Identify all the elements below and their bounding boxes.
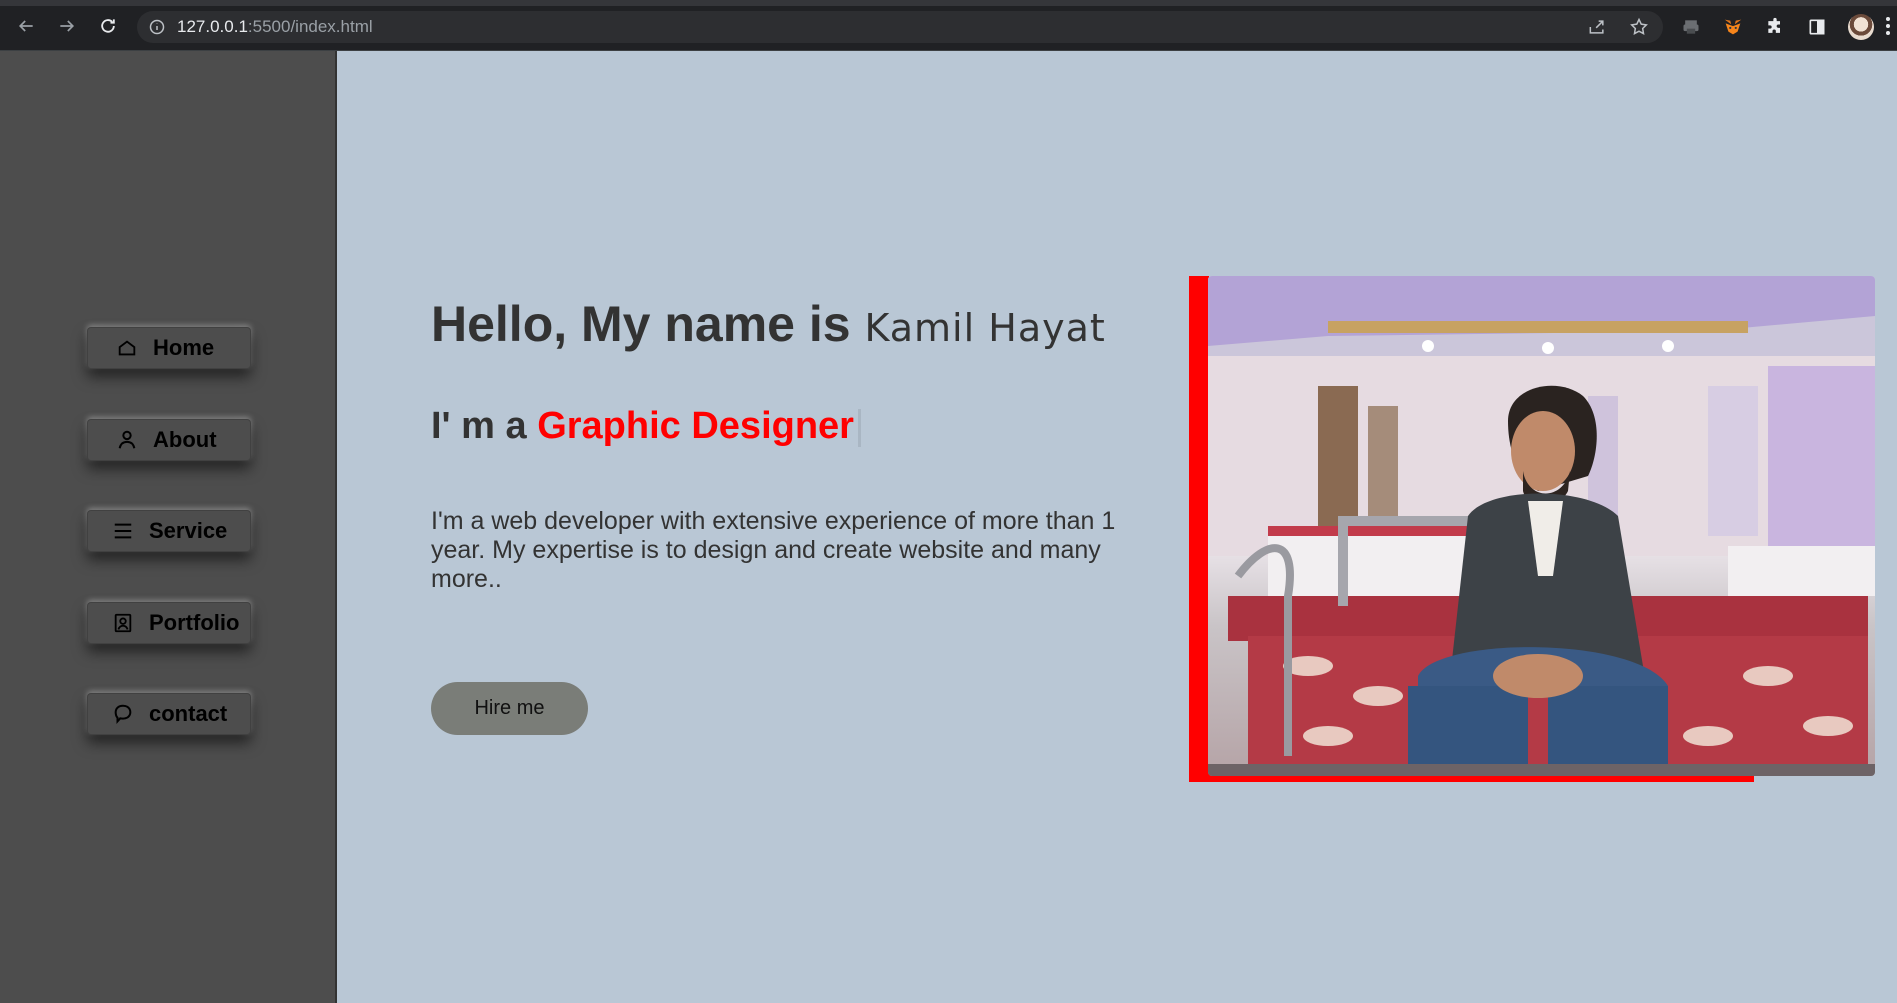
- sidebar-item-contact[interactable]: contact: [87, 693, 251, 735]
- hero-name: Kamil Hayat: [864, 306, 1106, 350]
- sidebar-item-portfolio[interactable]: Portfolio: [87, 602, 251, 644]
- sidebar-item-service[interactable]: Service: [87, 510, 251, 552]
- browser-toolbar: 127.0.0.1:5500/index.html: [0, 0, 1897, 51]
- hero-greeting: Hello, My name is Kamil Hayat: [431, 295, 1106, 353]
- profile-photo: [1208, 276, 1875, 776]
- hero-role: I' m a Graphic Designer: [431, 405, 861, 448]
- user-icon: [115, 428, 139, 452]
- site-info-icon[interactable]: [149, 19, 165, 35]
- sidebar-item-label: Home: [153, 335, 215, 360]
- role-highlight: Graphic Designer: [537, 405, 854, 447]
- profile-avatar[interactable]: [1848, 14, 1874, 40]
- sidebar-item-label: Service: [149, 518, 228, 543]
- photo-accent-border-left: [1189, 276, 1209, 782]
- list-icon: [111, 519, 135, 543]
- tab-strip: [0, 0, 1897, 6]
- side-panel-icon[interactable]: [1806, 16, 1828, 38]
- share-icon[interactable]: [1587, 17, 1607, 42]
- back-icon[interactable]: [14, 14, 38, 38]
- extensions-puzzle-icon[interactable]: [1764, 16, 1786, 38]
- role-prefix: I' m a: [431, 405, 527, 447]
- sidebar: Home About Service Portfolio contact: [0, 51, 337, 1003]
- extension-printer-icon[interactable]: [1680, 16, 1702, 38]
- greeting-prefix: Hello, My name is: [431, 296, 851, 352]
- main-content: Hello, My name is Kamil Hayat I' m a Gra…: [339, 51, 1897, 1003]
- forward-icon[interactable]: [55, 14, 79, 38]
- reload-icon[interactable]: [96, 14, 120, 38]
- metamask-fox-icon[interactable]: [1722, 16, 1744, 38]
- portrait-icon: [111, 611, 135, 635]
- bookmark-star-icon[interactable]: [1629, 17, 1649, 42]
- hire-me-button[interactable]: Hire me: [431, 682, 588, 735]
- sidebar-item-home[interactable]: Home: [87, 327, 251, 369]
- sidebar-item-about[interactable]: About: [87, 419, 251, 461]
- browser-menu-icon[interactable]: [1883, 14, 1893, 38]
- chat-bubble-icon: [111, 702, 135, 726]
- profile-photo-frame: [1189, 276, 1877, 782]
- address-bar[interactable]: 127.0.0.1:5500/index.html: [137, 11, 1663, 43]
- typing-caret: [857, 408, 861, 447]
- sidebar-item-label: Portfolio: [149, 610, 240, 635]
- sidebar-item-label: contact: [149, 701, 228, 726]
- home-icon: [115, 336, 139, 360]
- url-text: 127.0.0.1:5500/index.html: [177, 17, 373, 36]
- sidebar-item-label: About: [153, 427, 217, 452]
- hero-bio: I'm a web developer with extensive exper…: [431, 507, 1116, 593]
